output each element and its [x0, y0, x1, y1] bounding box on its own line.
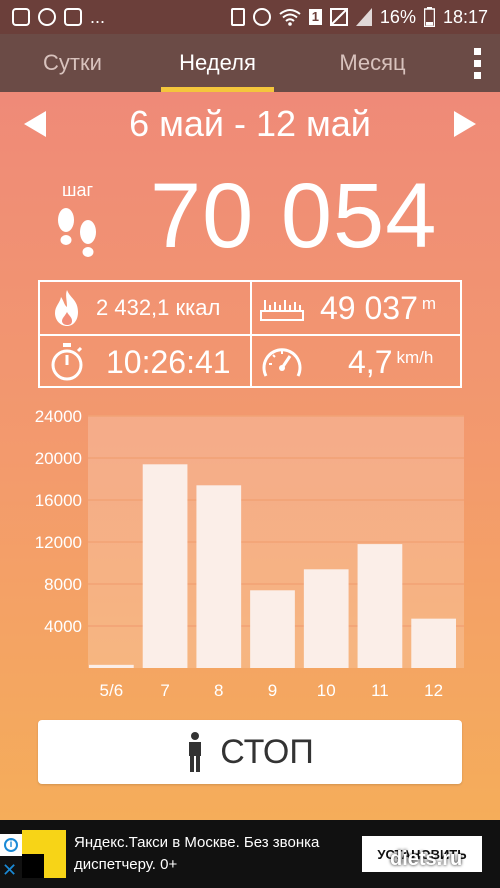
- chart-bar: [196, 485, 242, 668]
- steps-count: 70 054: [150, 165, 438, 267]
- distance-unit: m: [421, 294, 437, 313]
- yandex-taxi-logo: [22, 830, 66, 878]
- calories-cell: 2 432,1 ккал: [48, 282, 250, 334]
- chart-x-tick-label: 9: [268, 681, 277, 700]
- chart-y-tick-label: 12000: [35, 533, 82, 552]
- ad-banner[interactable]: i ✕ Яндекс.Такси в Москве. Без звонка ди…: [0, 820, 500, 888]
- speedometer-icon: [262, 348, 302, 377]
- overflow-menu-button[interactable]: [455, 34, 500, 92]
- chart-y-tick-label: 24000: [35, 407, 82, 426]
- battery-saver-icon: [230, 8, 245, 26]
- weekly-steps-chart: 24000 20000 16000 12000 8000 4000 5/6 7 8 9 10 11 12: [35, 407, 464, 700]
- chart-y-tick-label: 4000: [44, 617, 82, 636]
- chart-bar: [357, 544, 403, 668]
- site-watermark: diets.ru: [390, 848, 463, 870]
- chart-x-tick-label: 8: [214, 681, 223, 700]
- stop-button[interactable]: СТОП: [38, 720, 462, 784]
- status-left: ...: [12, 7, 105, 28]
- person-icon: [189, 732, 202, 772]
- menu-dot-icon: [474, 71, 481, 79]
- speed-unit: km/h: [396, 348, 434, 367]
- date-navigation: 6 май - 12 май: [0, 92, 500, 156]
- ad-close-icon[interactable]: ✕: [2, 860, 17, 881]
- steps-summary: шаг 70 054: [0, 162, 500, 272]
- instagram-icon: [64, 8, 82, 26]
- chart-y-tick-label: 20000: [35, 449, 82, 468]
- main-panel: 6 май - 12 май шаг 70 054 2 432,1 ккал 4…: [0, 92, 500, 820]
- chart-x-tick-label: 11: [371, 681, 389, 700]
- tab-week[interactable]: Неделя: [145, 34, 290, 92]
- speed-value: 4,7: [348, 343, 393, 380]
- ad-text: Яндекс.Такси в Москве. Без звонка диспет…: [74, 834, 320, 873]
- menu-dot-icon: [474, 47, 481, 55]
- signal-icon: [355, 8, 372, 26]
- chart-x-tick-label: 12: [424, 681, 443, 700]
- chart-bar: [303, 569, 349, 668]
- stats-grid: 2 432,1 ккал 49 037 m 10:26:41 4,7 km/h: [38, 280, 462, 388]
- fire-icon: [55, 290, 78, 326]
- viber-icon: [38, 8, 56, 26]
- chart-bar: [250, 590, 295, 668]
- speed-cell: 4,7 km/h: [260, 336, 460, 388]
- tab-day[interactable]: Сутки: [0, 34, 145, 92]
- flipboard-icon: [12, 8, 30, 26]
- chart-y-tick-label: 16000: [35, 491, 82, 510]
- battery-percent: 16%: [379, 6, 416, 27]
- ad-info-icon[interactable]: i: [0, 834, 22, 856]
- next-week-button[interactable]: [453, 111, 476, 137]
- battery-icon: [423, 7, 435, 27]
- chart-bar: [411, 618, 456, 668]
- duration-cell: 10:26:41: [48, 336, 250, 388]
- distance-value: 49 037: [320, 289, 418, 326]
- chart-bar: [142, 464, 188, 668]
- wifi-icon: [279, 9, 301, 26]
- stopwatch-icon: [51, 343, 83, 381]
- period-tabs: Сутки Неделя Месяц: [0, 34, 500, 92]
- status-time: 18:17: [442, 6, 488, 27]
- date-range: 6 май - 12 май: [129, 103, 371, 144]
- sim-badge-icon: 1: [308, 9, 322, 25]
- chart-x-tick-label: 5/6: [100, 681, 124, 700]
- chart-y-tick-label: 8000: [44, 575, 82, 594]
- chart-x-tick-label: 7: [160, 681, 169, 700]
- steps-label: шаг: [62, 180, 94, 200]
- status-bar: ... 1 16% 18:17: [0, 0, 500, 34]
- status-overflow: ...: [90, 6, 106, 27]
- menu-dot-icon: [474, 59, 481, 67]
- distance-cell: 49 037 m: [260, 282, 460, 334]
- chart-bar: [89, 664, 134, 668]
- alarm-icon: [252, 8, 271, 26]
- stop-button-label: СТОП: [220, 732, 314, 771]
- prev-week-button[interactable]: [24, 111, 46, 137]
- tab-month[interactable]: Месяц: [290, 34, 455, 92]
- ruler-icon: [260, 300, 304, 321]
- calories-value: 2 432,1 ккал: [96, 295, 221, 320]
- chart-x-tick-label: 10: [317, 681, 336, 700]
- footprints-icon: [58, 208, 96, 257]
- status-right: 1 16% 18:17: [230, 6, 488, 28]
- no-signal-icon: [329, 8, 348, 26]
- duration-value: 10:26:41: [106, 343, 231, 380]
